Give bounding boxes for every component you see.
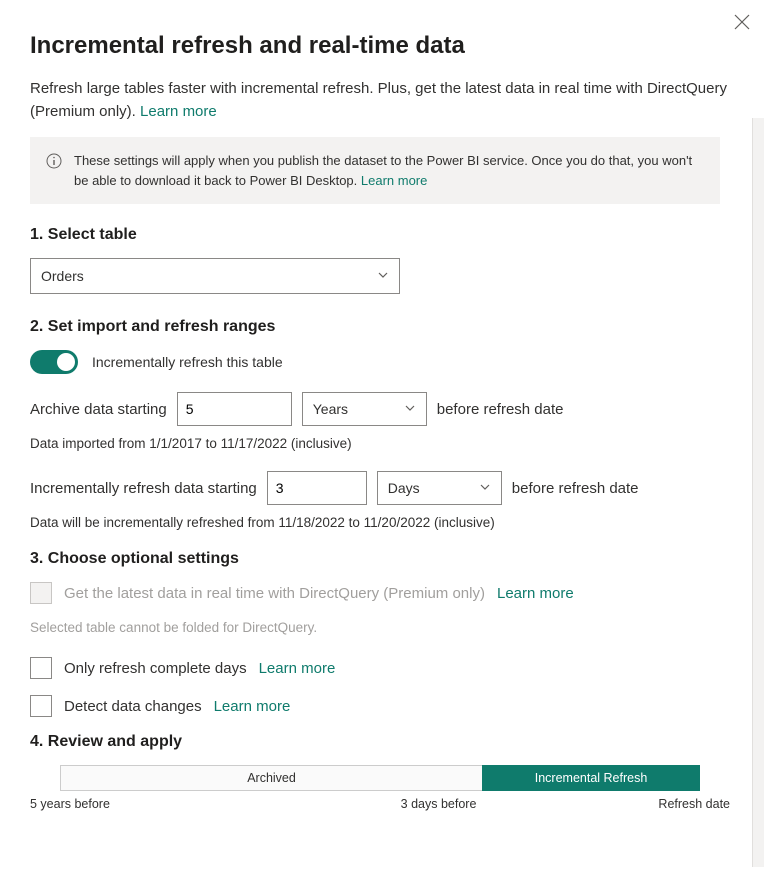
review-timeline: Archived Incremental Refresh 5 years bef… [30, 765, 730, 811]
refresh-setting-row: Incrementally refresh data starting Days… [30, 471, 740, 505]
step2-heading: 2. Set import and refresh ranges [30, 318, 740, 336]
learn-more-link-detect-changes[interactable]: Learn more [214, 698, 291, 715]
toggle-knob [57, 353, 75, 371]
chevron-down-icon [479, 480, 491, 496]
info-banner: These settings will apply when you publi… [30, 137, 720, 204]
learn-more-link-main[interactable]: Learn more [140, 103, 217, 120]
refresh-helper-text: Data will be incrementally refreshed fro… [30, 515, 740, 530]
incremental-refresh-dialog: Incremental refresh and real-time data R… [0, 0, 770, 877]
step1-heading: 1. Select table [30, 226, 740, 244]
refresh-label-before: Incrementally refresh data starting [30, 480, 257, 497]
directquery-checkbox [30, 582, 52, 604]
scrollbar[interactable] [752, 118, 764, 867]
banner-text: These settings will apply when you publi… [74, 151, 704, 190]
learn-more-link-directquery[interactable]: Learn more [497, 585, 574, 602]
subtitle-text: Refresh large tables faster with increme… [30, 80, 727, 120]
chevron-down-icon [377, 268, 389, 284]
archive-helper-text: Data imported from 1/1/2017 to 11/17/202… [30, 436, 740, 451]
step3-heading: 3. Choose optional settings [30, 550, 740, 568]
table-select-value: Orders [41, 268, 84, 284]
dialog-title: Incremental refresh and real-time data [30, 32, 740, 60]
timeline-segment-incremental: Incremental Refresh [482, 765, 700, 791]
detect-changes-checkbox[interactable] [30, 695, 52, 717]
archive-setting-row: Archive data starting Years before refre… [30, 392, 740, 426]
toggle-row: Incrementally refresh this table [30, 350, 740, 374]
archive-value-input[interactable] [177, 392, 292, 426]
timeline-labels: 5 years before 3 days before Refresh dat… [30, 797, 730, 811]
complete-days-checkbox[interactable] [30, 657, 52, 679]
dialog-subtitle: Refresh large tables faster with increme… [30, 78, 740, 123]
archive-label-after: before refresh date [437, 401, 564, 418]
directquery-label: Get the latest data in real time with Di… [64, 585, 485, 602]
learn-more-link-complete-days[interactable]: Learn more [259, 660, 336, 677]
refresh-unit-value: Days [388, 480, 420, 496]
complete-days-row: Only refresh complete days Learn more [30, 657, 740, 679]
complete-days-label: Only refresh complete days [64, 660, 247, 677]
archive-label-before: Archive data starting [30, 401, 167, 418]
toggle-label: Incrementally refresh this table [92, 354, 283, 370]
timeline-bar: Archived Incremental Refresh [60, 765, 700, 791]
detect-changes-label: Detect data changes [64, 698, 202, 715]
timeline-label-mid: 3 days before [401, 797, 477, 811]
timeline-label-left: 5 years before [30, 797, 110, 811]
info-icon [46, 153, 62, 169]
table-select-dropdown[interactable]: Orders [30, 258, 400, 294]
detect-changes-row: Detect data changes Learn more [30, 695, 740, 717]
refresh-unit-select[interactable]: Days [377, 471, 502, 505]
learn-more-link-banner[interactable]: Learn more [361, 173, 427, 188]
chevron-down-icon [404, 401, 416, 417]
close-icon [734, 17, 750, 33]
timeline-label-right: Refresh date [658, 797, 730, 811]
archive-unit-value: Years [313, 401, 348, 417]
incremental-refresh-toggle[interactable] [30, 350, 78, 374]
close-button[interactable] [734, 14, 750, 33]
refresh-label-after: before refresh date [512, 480, 639, 497]
step4-heading: 4. Review and apply [30, 733, 740, 751]
directquery-row: Get the latest data in real time with Di… [30, 582, 740, 604]
archive-unit-select[interactable]: Years [302, 392, 427, 426]
timeline-segment-archived: Archived [60, 765, 482, 791]
directquery-disabled-note: Selected table cannot be folded for Dire… [30, 620, 740, 635]
refresh-value-input[interactable] [267, 471, 367, 505]
